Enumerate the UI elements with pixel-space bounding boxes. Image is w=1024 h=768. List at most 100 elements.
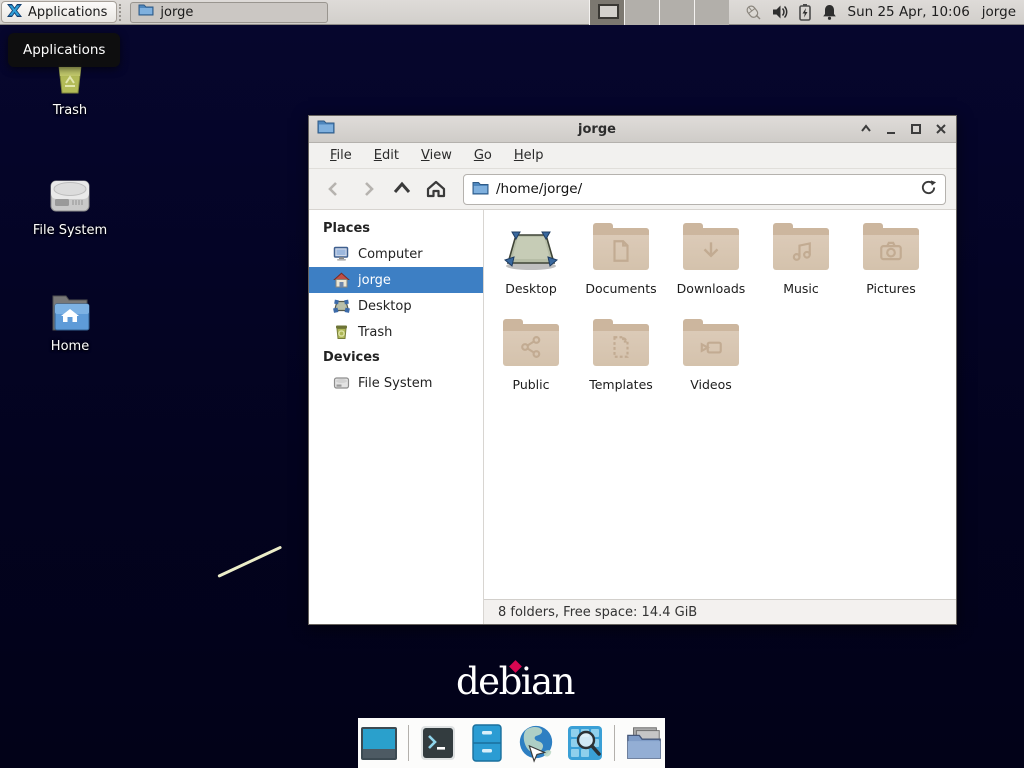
system-tray xyxy=(743,3,838,21)
file-item-documents[interactable]: Documents xyxy=(576,222,666,318)
terminal-icon xyxy=(419,724,457,762)
panel-clock[interactable]: Sun 25 Apr, 10:06 xyxy=(848,4,970,20)
window-title: jorge xyxy=(335,122,859,137)
download-arrow-icon xyxy=(698,238,724,264)
desktop-icon-label: Trash xyxy=(18,103,122,118)
applications-menu-label: Applications xyxy=(28,5,107,20)
workspace-2[interactable] xyxy=(624,0,659,25)
file-grid: Desktop Documents xyxy=(484,210,956,599)
top-panel: Applications jorge xyxy=(0,0,1024,25)
dock-separator xyxy=(408,725,409,761)
camera-icon xyxy=(878,238,904,264)
folder-icon xyxy=(683,228,739,270)
close-button[interactable] xyxy=(934,122,948,136)
up-button[interactable] xyxy=(387,174,417,204)
file-item-label: Templates xyxy=(589,377,653,392)
file-item-label: Public xyxy=(513,377,550,392)
sidebar-item-label: jorge xyxy=(358,273,391,288)
sidebar: Places Computer jorge xyxy=(309,210,484,624)
forward-button[interactable] xyxy=(353,174,383,204)
computer-icon xyxy=(333,246,350,262)
folder-icon xyxy=(863,228,919,270)
sidebar-header-places: Places xyxy=(309,216,483,241)
file-item-music[interactable]: Music xyxy=(756,222,846,318)
desktop-icon-label: Home xyxy=(18,339,122,354)
forward-icon xyxy=(358,179,378,199)
desktop-icon-file-system[interactable]: File System xyxy=(18,174,122,238)
drive-icon xyxy=(333,375,350,391)
folder-icon xyxy=(624,723,664,763)
menu-file[interactable]: File xyxy=(321,145,361,166)
workspace-1[interactable] xyxy=(589,0,624,25)
taskbar-window-button[interactable]: jorge xyxy=(130,2,328,23)
applications-menu-button[interactable]: Applications xyxy=(1,1,117,23)
xfce-menu-icon xyxy=(6,2,23,23)
home-button[interactable] xyxy=(421,174,451,204)
sidebar-item-label: Desktop xyxy=(358,299,412,314)
volume-icon[interactable] xyxy=(771,3,789,21)
menu-view[interactable]: View xyxy=(412,145,461,166)
taskbar-window-label: jorge xyxy=(160,5,193,20)
file-manager-launcher[interactable] xyxy=(467,723,507,763)
sidebar-item-computer[interactable]: Computer xyxy=(309,241,483,267)
app-finder-icon xyxy=(566,724,604,762)
debian-wallpaper-logo: debian xyxy=(456,660,574,703)
file-item-label: Music xyxy=(783,281,819,296)
file-item-pictures[interactable]: Pictures xyxy=(846,222,936,318)
terminal-launcher[interactable] xyxy=(418,723,458,763)
folder-icon xyxy=(683,324,739,366)
sidebar-header-devices: Devices xyxy=(309,345,483,370)
file-item-videos[interactable]: Videos xyxy=(666,318,756,414)
app-finder-launcher[interactable] xyxy=(565,723,605,763)
panel-user-label[interactable]: jorge xyxy=(982,4,1016,20)
file-item-label: Downloads xyxy=(677,281,746,296)
bottom-dock xyxy=(358,718,665,768)
menu-help[interactable]: Help xyxy=(505,145,553,166)
dock-separator xyxy=(614,725,615,761)
reload-icon xyxy=(920,179,937,196)
desktop-icon-home[interactable]: Home xyxy=(18,290,122,354)
workspace-4[interactable] xyxy=(694,0,729,25)
pointer-device-icon[interactable] xyxy=(743,3,762,21)
path-bar[interactable]: /home/jorge/ xyxy=(463,174,946,205)
notifications-bell-icon[interactable] xyxy=(821,3,838,21)
hard-drive-icon xyxy=(46,174,94,218)
folder-launcher[interactable] xyxy=(624,723,664,763)
sidebar-item-label: Computer xyxy=(358,247,423,262)
file-item-templates[interactable]: Templates xyxy=(576,318,666,414)
status-text: 8 folders, Free space: 14.4 GiB xyxy=(498,605,697,620)
wallpaper-streak xyxy=(217,546,282,578)
music-notes-icon xyxy=(788,238,814,264)
workspace-window-preview xyxy=(598,4,619,19)
panel-right-cluster: Sun 25 Apr, 10:06 jorge xyxy=(589,0,1024,24)
document-icon xyxy=(608,238,634,264)
tasklist-handle[interactable] xyxy=(119,4,126,21)
menu-go[interactable]: Go xyxy=(465,145,501,166)
sidebar-item-file-system[interactable]: File System xyxy=(309,370,483,396)
window-titlebar[interactable]: jorge xyxy=(309,116,956,143)
file-item-desktop[interactable]: Desktop xyxy=(486,222,576,318)
menu-edit[interactable]: Edit xyxy=(365,145,408,166)
show-desktop-icon xyxy=(359,723,399,763)
file-item-label: Documents xyxy=(585,281,656,296)
sidebar-item-trash[interactable]: Trash xyxy=(309,319,483,345)
template-icon xyxy=(608,334,634,360)
shade-button[interactable] xyxy=(859,122,873,136)
back-icon xyxy=(324,179,344,199)
battery-icon[interactable] xyxy=(798,3,812,21)
path-text[interactable]: /home/jorge/ xyxy=(496,181,913,197)
file-item-public[interactable]: Public xyxy=(486,318,576,414)
home-folder-icon xyxy=(46,290,94,334)
sidebar-item-jorge[interactable]: jorge xyxy=(309,267,483,293)
back-button[interactable] xyxy=(319,174,349,204)
workspace-3[interactable] xyxy=(659,0,694,25)
show-desktop-button[interactable] xyxy=(359,723,399,763)
statusbar: 8 folders, Free space: 14.4 GiB xyxy=(484,599,956,624)
workspace-switcher xyxy=(589,0,729,25)
minimize-button[interactable] xyxy=(884,122,898,136)
maximize-button[interactable] xyxy=(909,122,923,136)
file-item-downloads[interactable]: Downloads xyxy=(666,222,756,318)
web-browser-launcher[interactable] xyxy=(516,723,556,763)
reload-button[interactable] xyxy=(920,179,937,200)
sidebar-item-desktop[interactable]: Desktop xyxy=(309,293,483,319)
